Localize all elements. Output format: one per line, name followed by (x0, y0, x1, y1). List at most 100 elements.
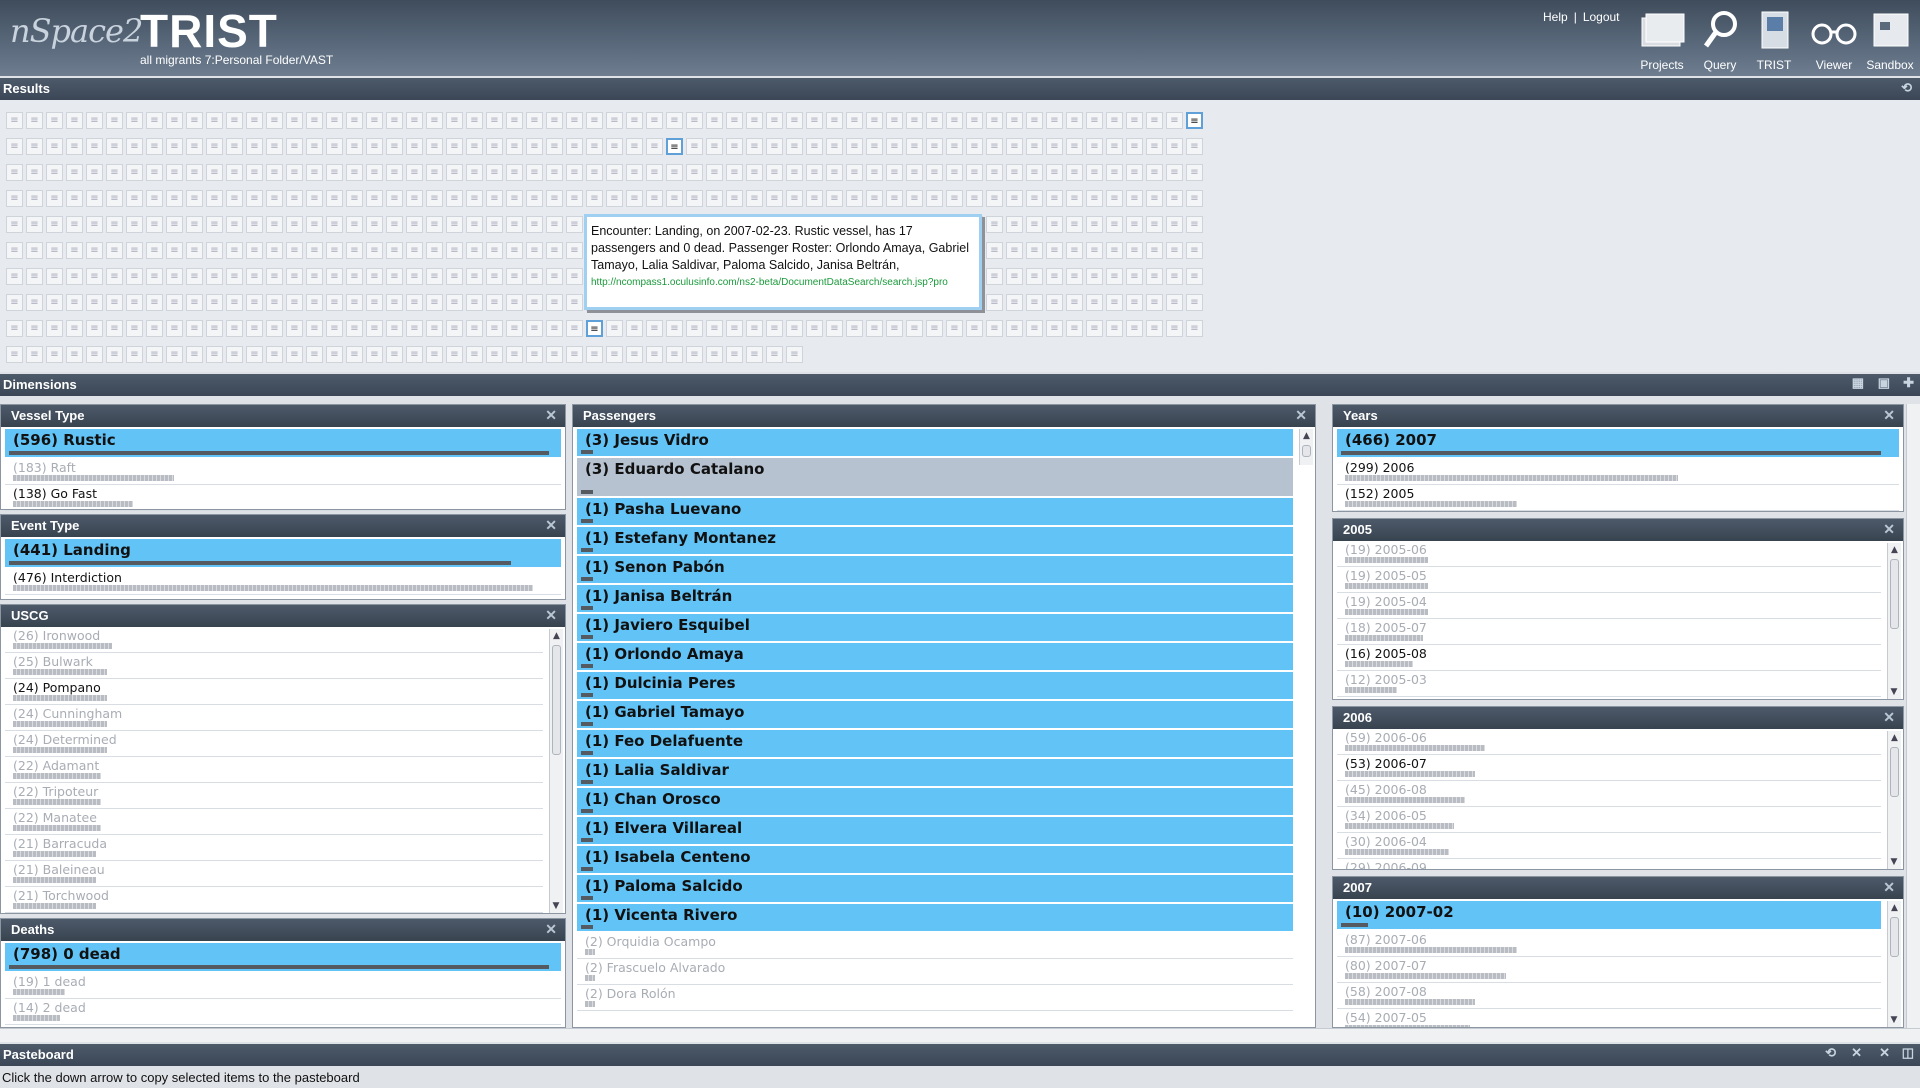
result-item[interactable]: ≡ (506, 242, 523, 259)
facet-item[interactable]: (18) 2005-07 (1337, 619, 1881, 645)
result-item[interactable]: ≡ (1146, 242, 1163, 259)
result-item[interactable]: ≡ (306, 112, 323, 129)
selected-facet-item[interactable]: (798) 0 dead (5, 943, 561, 971)
result-item[interactable]: ≡ (1026, 294, 1043, 311)
result-item[interactable]: ≡ (46, 216, 63, 233)
result-item[interactable]: ≡ (466, 164, 483, 181)
result-item[interactable]: ≡ (606, 190, 623, 207)
result-item[interactable]: ≡ (246, 320, 263, 337)
result-item[interactable]: ≡ (626, 320, 643, 337)
result-item[interactable]: ≡ (486, 242, 503, 259)
result-item[interactable]: ≡ (1086, 320, 1103, 337)
result-item[interactable]: ≡ (206, 294, 223, 311)
result-item[interactable]: ≡ (1086, 294, 1103, 311)
result-item[interactable]: ≡ (386, 242, 403, 259)
trist-button[interactable]: TRIST (1744, 8, 1804, 72)
result-item[interactable]: ≡ (466, 320, 483, 337)
close-icon[interactable]: ✕ (1295, 407, 1307, 424)
result-item[interactable]: ≡ (426, 112, 443, 129)
result-item[interactable]: ≡ (86, 112, 103, 129)
selected-passenger-item[interactable]: (1) Senon Pabón (577, 556, 1293, 583)
result-item[interactable]: ≡ (346, 112, 363, 129)
result-item[interactable]: ≡ (326, 320, 343, 337)
result-item[interactable]: ≡ (326, 294, 343, 311)
result-item[interactable]: ≡ (986, 242, 1003, 259)
result-item[interactable]: ≡ (1006, 268, 1023, 285)
result-item[interactable]: ≡ (166, 346, 183, 363)
result-item[interactable]: ≡ (586, 190, 603, 207)
result-item[interactable]: ≡ (26, 190, 43, 207)
result-item[interactable]: ≡ (286, 242, 303, 259)
result-item[interactable]: ≡ (1046, 242, 1063, 259)
result-item[interactable]: ≡ (206, 320, 223, 337)
selected-passenger-item[interactable]: (1) Feo Delafuente (577, 730, 1293, 757)
result-item[interactable]: ≡ (586, 320, 603, 337)
result-item[interactable]: ≡ (426, 190, 443, 207)
result-item[interactable]: ≡ (546, 216, 563, 233)
result-item[interactable]: ≡ (766, 138, 783, 155)
result-item[interactable]: ≡ (246, 268, 263, 285)
result-item[interactable]: ≡ (146, 112, 163, 129)
result-item[interactable]: ≡ (206, 112, 223, 129)
result-item[interactable]: ≡ (6, 216, 23, 233)
result-item[interactable]: ≡ (626, 138, 643, 155)
result-item[interactable]: ≡ (206, 138, 223, 155)
result-item[interactable]: ≡ (246, 164, 263, 181)
result-item[interactable]: ≡ (6, 164, 23, 181)
result-item[interactable]: ≡ (306, 164, 323, 181)
logout-link[interactable]: Logout (1583, 10, 1620, 24)
facet-item[interactable]: (2) Dora Rolón (577, 985, 1293, 1011)
result-item[interactable]: ≡ (306, 320, 323, 337)
result-item[interactable]: ≡ (66, 346, 83, 363)
result-item[interactable]: ≡ (266, 190, 283, 207)
result-item[interactable]: ≡ (846, 164, 863, 181)
result-item[interactable]: ≡ (886, 190, 903, 207)
selected-passenger-item[interactable]: (1) Estefany Montanez (577, 527, 1293, 554)
result-item[interactable]: ≡ (546, 164, 563, 181)
result-item[interactable]: ≡ (46, 294, 63, 311)
result-item[interactable]: ≡ (326, 190, 343, 207)
sandbox-button[interactable]: Sandbox (1860, 8, 1920, 72)
result-item[interactable]: ≡ (106, 268, 123, 285)
result-item[interactable]: ≡ (366, 216, 383, 233)
result-item[interactable]: ≡ (566, 268, 583, 285)
result-item[interactable]: ≡ (206, 216, 223, 233)
selected-passenger-item[interactable]: (1) Vicenta Rivero (577, 904, 1293, 931)
close-icon[interactable]: ✕ (545, 407, 557, 424)
result-item[interactable]: ≡ (286, 294, 303, 311)
selected-passenger-item[interactable]: (1) Pasha Luevano (577, 498, 1293, 525)
result-item[interactable]: ≡ (286, 346, 303, 363)
result-item[interactable]: ≡ (686, 138, 703, 155)
facet-item[interactable]: (476) Interdiction (5, 569, 561, 595)
result-item[interactable]: ≡ (106, 346, 123, 363)
result-item[interactable]: ≡ (6, 346, 23, 363)
result-item[interactable]: ≡ (26, 112, 43, 129)
result-item[interactable]: ≡ (846, 138, 863, 155)
facet-item[interactable]: (152) 2005 (1337, 485, 1899, 511)
selected-passenger-item[interactable]: (3) Jesus Vidro (577, 429, 1293, 456)
result-item[interactable]: ≡ (966, 164, 983, 181)
refresh-icon[interactable]: ⟲ (1901, 80, 1912, 96)
result-item[interactable]: ≡ (1126, 242, 1143, 259)
result-item[interactable]: ≡ (746, 190, 763, 207)
result-item[interactable]: ≡ (106, 112, 123, 129)
result-item[interactable]: ≡ (46, 190, 63, 207)
result-item[interactable]: ≡ (406, 242, 423, 259)
result-item[interactable]: ≡ (686, 320, 703, 337)
result-item[interactable]: ≡ (666, 138, 683, 155)
result-item[interactable]: ≡ (226, 320, 243, 337)
result-item[interactable]: ≡ (146, 164, 163, 181)
result-item[interactable]: ≡ (106, 138, 123, 155)
result-item[interactable]: ≡ (586, 112, 603, 129)
result-item[interactable]: ≡ (86, 346, 103, 363)
result-item[interactable]: ≡ (246, 190, 263, 207)
result-item[interactable]: ≡ (486, 346, 503, 363)
result-item[interactable]: ≡ (706, 112, 723, 129)
result-item[interactable]: ≡ (46, 164, 63, 181)
result-item[interactable]: ≡ (326, 242, 343, 259)
result-item[interactable]: ≡ (166, 216, 183, 233)
result-item[interactable]: ≡ (646, 164, 663, 181)
result-item[interactable]: ≡ (1066, 216, 1083, 233)
result-item[interactable]: ≡ (1106, 294, 1123, 311)
result-item[interactable]: ≡ (46, 242, 63, 259)
